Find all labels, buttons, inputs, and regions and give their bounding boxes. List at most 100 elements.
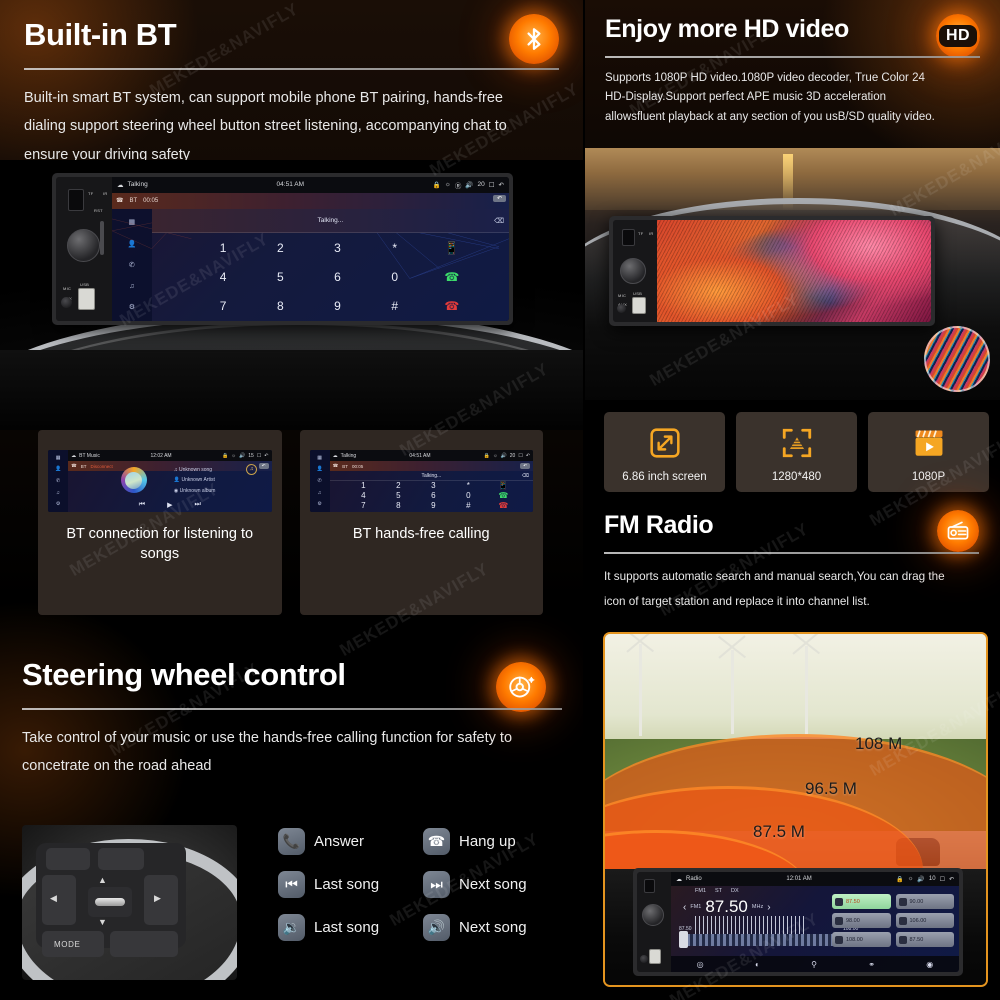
stereo-icon[interactable]: ◐ — [755, 960, 760, 969]
left-arrow-button[interactable] — [42, 875, 76, 925]
preset-4[interactable]: 106.00 — [895, 913, 954, 928]
headphones-icon[interactable]: ♫ — [56, 490, 60, 496]
aux-jack[interactable] — [640, 955, 648, 963]
key-3[interactable]: 3 — [334, 241, 341, 255]
preset-3[interactable]: 98.00 — [832, 913, 891, 928]
key-9[interactable]: 9 — [431, 501, 435, 510]
end-call-icon[interactable]: ☎ — [498, 501, 508, 510]
mute-button[interactable] — [98, 848, 144, 870]
key-star[interactable]: * — [392, 241, 397, 255]
key-4[interactable]: 4 — [361, 491, 365, 500]
head-unit-screen[interactable]: ☁ Talking 04:51 AM 🔒 ☼ Ⓡ 🔊 20 ☐ ↶ ☎ BT 0… — [112, 177, 509, 321]
key-1[interactable]: 1 — [220, 241, 227, 255]
phone-icon[interactable]: 📱 — [444, 241, 459, 255]
band-label-st[interactable]: ST — [715, 888, 722, 894]
tune-up-icon[interactable]: › — [767, 902, 770, 913]
slider-handle[interactable] — [679, 931, 688, 948]
equalizer-badge-icon[interactable]: ♫ — [246, 463, 258, 475]
key-6[interactable]: 6 — [431, 491, 435, 500]
phone-button[interactable] — [46, 848, 90, 870]
usb-port[interactable] — [78, 288, 95, 310]
preset-1[interactable]: 87.50 — [832, 894, 891, 909]
contacts-icon[interactable]: 👤 — [55, 466, 61, 472]
volume-knob[interactable] — [642, 904, 664, 926]
call-log-icon[interactable]: ✆ — [317, 478, 321, 484]
recents-icon[interactable]: ☐ — [257, 453, 261, 459]
key-0[interactable]: 0 — [391, 270, 398, 284]
bt-handsfree-screen[interactable]: ▦ 👤 ✆ ♫ ⚙ ☁ Talking 04:51 AM � — [309, 450, 533, 512]
preset-2[interactable]: 90.00 — [895, 894, 954, 909]
settings-icon[interactable]: ⚙ — [129, 303, 135, 311]
recents-icon[interactable]: ☐ — [489, 181, 495, 189]
head-unit-screen[interactable] — [657, 220, 931, 322]
recents-icon[interactable]: ☐ — [940, 876, 945, 883]
band-label-dx[interactable]: DX — [731, 888, 739, 894]
playback-controls[interactable]: ⏮ ▶ ⏭ — [68, 501, 271, 509]
contacts-icon[interactable]: 👤 — [127, 240, 136, 248]
key-5[interactable]: 5 — [277, 270, 284, 284]
key-8[interactable]: 8 — [396, 501, 400, 510]
dialer-keypad[interactable]: 1 2 3 * 📱 4 5 6 0 ☎ 7 8 9 # ☎ — [152, 233, 509, 321]
aux-jack[interactable] — [617, 304, 626, 313]
end-call-icon[interactable]: ☎ — [444, 299, 459, 313]
preset-6[interactable]: 87.50 — [895, 932, 954, 947]
key-5[interactable]: 5 — [396, 491, 400, 500]
play-icon[interactable]: ▶ — [167, 501, 172, 509]
key-4[interactable]: 4 — [220, 270, 227, 284]
back-icon[interactable]: ↶ — [949, 876, 954, 883]
tune-down-icon[interactable]: ‹ — [683, 902, 686, 913]
key-3[interactable]: 3 — [431, 481, 435, 490]
phone-icon[interactable]: 📱 — [498, 481, 508, 490]
backspace-icon[interactable]: ⌫ — [494, 217, 504, 225]
key-2[interactable]: 2 — [396, 481, 400, 490]
music-icon[interactable]: ♫ — [318, 490, 322, 496]
keypad-icon[interactable]: ▦ — [317, 455, 322, 461]
voice-button[interactable] — [110, 931, 178, 957]
search-icon[interactable]: ⚲ — [811, 960, 817, 969]
settings-icon[interactable]: ⚙ — [317, 501, 321, 507]
prev-icon[interactable]: ⏮ — [139, 501, 145, 509]
bt-music-side-rail[interactable]: ▦ 👤 ✆ ♫ ⚙ — [48, 450, 69, 512]
key-hash[interactable]: # — [466, 501, 470, 510]
key-1[interactable]: 1 — [361, 481, 365, 490]
backspace-icon[interactable]: ⌫ — [522, 473, 529, 479]
radio-toolbar[interactable]: ◎ ◐ ⚲ ⚭ ◉ — [671, 956, 959, 972]
preset-list[interactable]: 87.50 90.00 98.00 106.00 108.00 87.50 — [832, 894, 954, 947]
next-icon[interactable]: ⏭ — [195, 501, 201, 509]
key-7[interactable]: 7 — [220, 299, 227, 313]
volume-knob[interactable] — [67, 229, 100, 262]
call-log-icon[interactable]: ✆ — [129, 261, 135, 269]
key-7[interactable]: 7 — [361, 501, 365, 510]
call-log-icon[interactable]: ✆ — [56, 478, 60, 484]
screen-back-button[interactable]: ↶ — [258, 463, 269, 469]
recents-icon[interactable]: ☐ — [518, 453, 522, 459]
back-icon[interactable]: ↶ — [526, 453, 530, 459]
key-2[interactable]: 2 — [277, 241, 284, 255]
music-icon[interactable]: ♫ — [129, 283, 134, 290]
call-icon[interactable]: ☎ — [498, 491, 508, 500]
back-icon[interactable]: ↶ — [499, 181, 504, 189]
back-icon[interactable]: ↶ — [264, 453, 268, 459]
bt-music-screen[interactable]: ▦ 👤 ✆ ♫ ⚙ ☁ BT Music 12:02 AM 🔒 ☼ 🔊 15 ☐… — [48, 450, 272, 512]
usb-port[interactable] — [649, 949, 661, 964]
keypad-icon[interactable]: ▦ — [129, 218, 136, 226]
signal-icon[interactable]: ◉ — [926, 960, 933, 969]
handsfree-side-rail[interactable]: ▦ 👤 ✆ ♫ ⚙ — [309, 450, 330, 512]
key-8[interactable]: 8 — [277, 299, 284, 313]
band-label-fm1[interactable]: FM1 — [695, 888, 706, 894]
contacts-icon[interactable]: 👤 — [316, 466, 322, 472]
dialer-side-rail[interactable]: ▦ 👤 ✆ ♫ ⚙ — [112, 208, 152, 321]
screen-back-button[interactable]: ↶ — [492, 194, 506, 202]
screen-back-button[interactable]: ↶ — [520, 463, 530, 469]
usb-port[interactable] — [632, 297, 646, 314]
key-6[interactable]: 6 — [334, 270, 341, 284]
aux-jack[interactable] — [61, 297, 72, 308]
call-icon[interactable]: ☎ — [444, 270, 459, 284]
dialer-keypad[interactable]: 1 2 3 * 📱 4 5 6 0 ☎ 7 8 9 # ☎ — [330, 481, 533, 512]
band-icon[interactable]: ◎ — [697, 960, 704, 969]
key-9[interactable]: 9 — [334, 299, 341, 313]
keypad-icon[interactable]: ▦ — [56, 455, 61, 461]
key-hash[interactable]: # — [391, 299, 398, 313]
radio-screen[interactable]: ☁ Radio 12:01 AM 🔒 ☼ 🔊 10 ☐ ↶ FM1 ST DX … — [671, 872, 959, 972]
key-star[interactable]: * — [467, 481, 470, 490]
